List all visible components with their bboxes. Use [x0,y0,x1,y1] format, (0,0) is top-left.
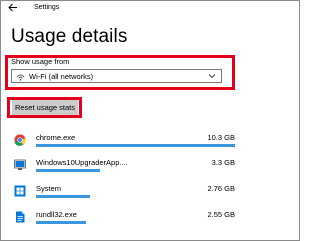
usage-bar-fill [36,195,90,198]
app-row-chrome[interactable]: chrome.exe 10.3 GB [1,129,299,155]
app-row-windows10upgrader[interactable]: Windows10UpgraderApp.... 3.3 GB [1,154,299,180]
usage-bar-track [36,195,235,198]
app-name: System [36,184,62,193]
title-bar: Settings [1,1,299,14]
reset-usage-stats-button[interactable]: Reset usage stats [12,100,78,115]
usage-bar-track [36,169,235,172]
chrome-icon [14,134,26,146]
app-name: Windows10UpgraderApp.... [36,158,128,167]
windows-upgrader-icon [14,159,26,170]
show-usage-from-label: Show usage from [11,57,70,66]
chevron-down-icon [208,74,216,79]
settings-window: Settings Usage details Show usage from W… [0,0,300,241]
app-name: chrome.exe [36,133,76,142]
app-data-size: 10.3 GB [207,133,235,142]
usage-bar-fill [36,144,235,147]
usage-bar-track [36,144,235,147]
wifi-icon [16,74,25,81]
app-data-size: 3.3 GB [211,158,235,167]
app-row-system[interactable]: System 2.76 GB [1,180,299,206]
usage-from-dropdown[interactable]: Wi-Fi (all networks) [11,69,222,83]
document-icon [16,211,25,223]
app-row-rundll32[interactable]: rundll32.exe 2.55 GB [1,206,299,232]
app-data-size: 2.55 GB [207,210,235,219]
page-title: Usage details [11,26,128,47]
app-name: rundll32.exe [36,210,77,219]
back-arrow-icon[interactable] [8,3,18,12]
app-data-size: 2.76 GB [207,184,235,193]
windows-logo-icon [14,185,26,197]
usage-bar-fill [36,221,86,224]
usage-bar-track [36,221,235,224]
usage-bar-fill [36,169,100,172]
usage-from-selected-value: Wi-Fi (all networks) [29,72,94,81]
window-title: Settings [34,4,60,11]
